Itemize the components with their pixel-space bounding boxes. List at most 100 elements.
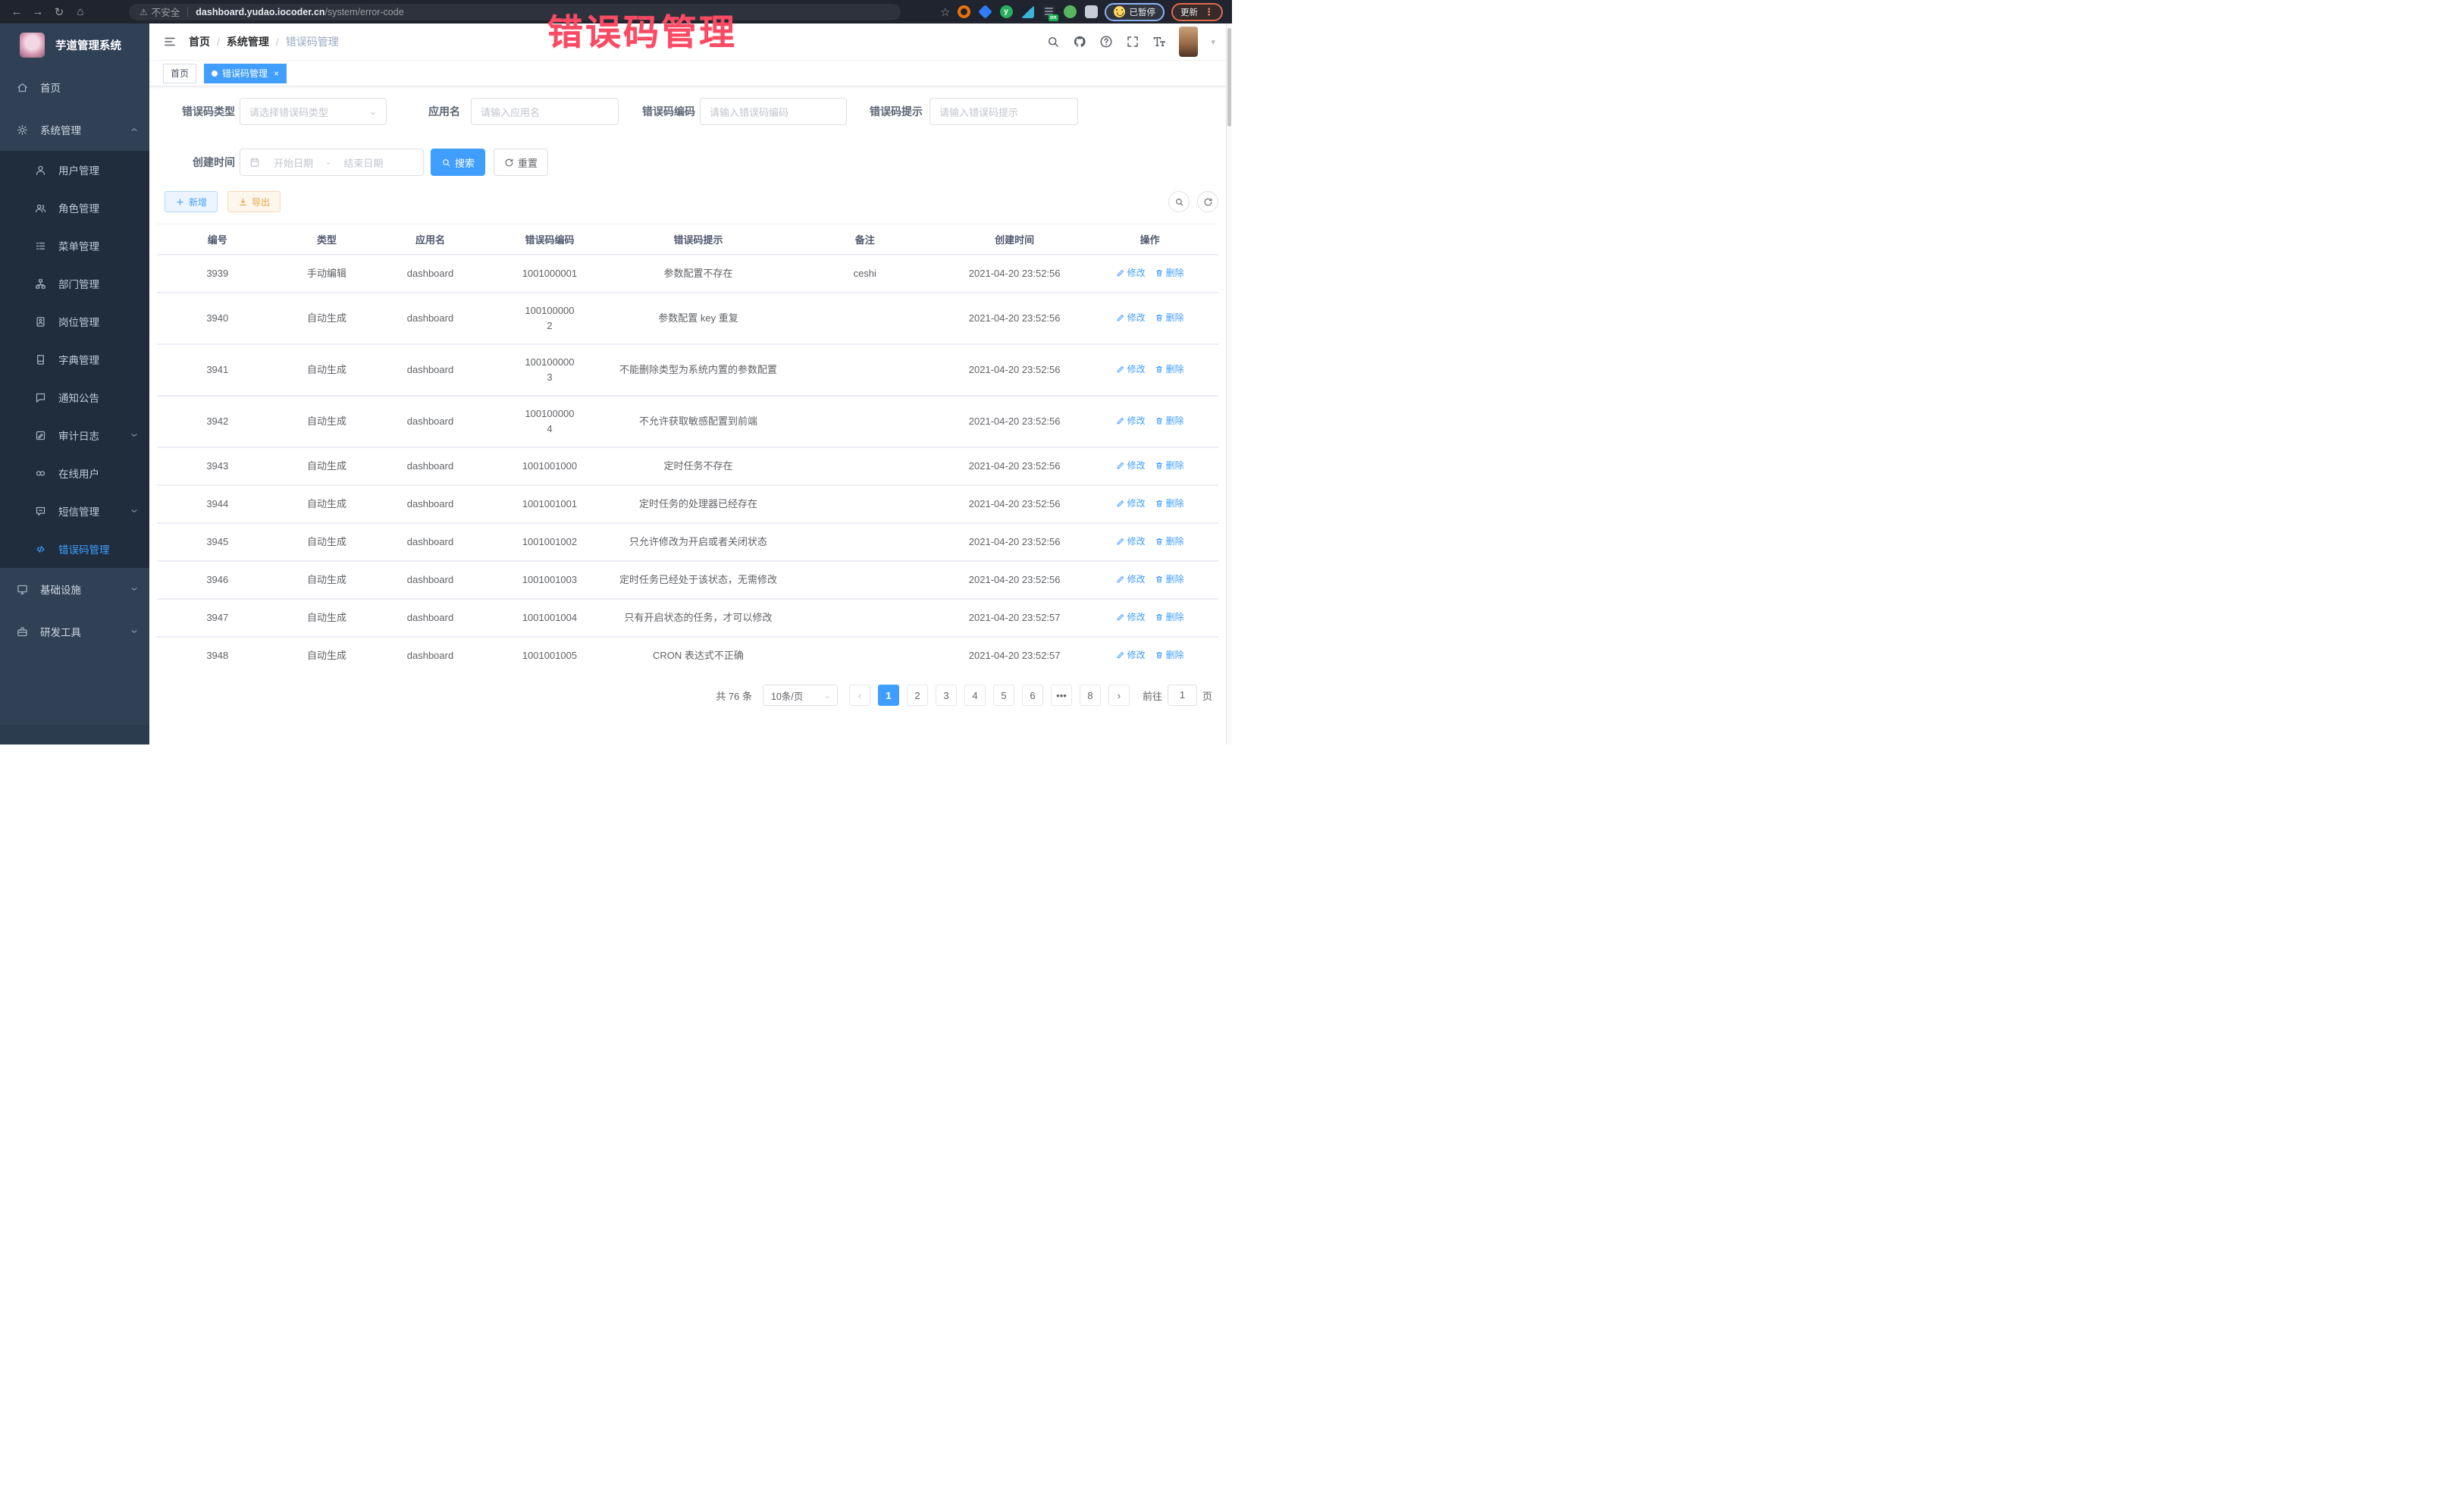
edit-link[interactable]: 修改 — [1116, 265, 1146, 281]
sidebar-item-notice[interactable]: 通知公告 — [0, 378, 149, 416]
browser-profile-chip[interactable]: 已暂停 — [1105, 3, 1165, 21]
tab-error-code[interactable]: 错误码管理 × — [204, 64, 287, 83]
page-button-3[interactable]: 3 — [936, 685, 957, 706]
goto-label: 前往 — [1143, 688, 1162, 703]
close-icon[interactable]: × — [274, 68, 279, 79]
browser-update-chip[interactable]: 更新 ⋮ — [1171, 3, 1223, 21]
ext-icon-leaf[interactable] — [1064, 5, 1077, 18]
edit-link[interactable]: 修改 — [1116, 610, 1146, 625]
edit-link[interactable]: 修改 — [1116, 496, 1146, 511]
sidebar-item-infra[interactable]: 基础设施 — [0, 568, 149, 610]
show-search-button[interactable] — [1168, 191, 1190, 212]
cell-actions: 修改删除 — [1081, 485, 1218, 523]
page-button-4[interactable]: 4 — [964, 685, 986, 706]
sidebar-item-system[interactable]: 系统管理 — [0, 108, 149, 151]
sidebar-item-sms[interactable]: 短信管理 — [0, 492, 149, 530]
fullscreen-icon[interactable] — [1126, 35, 1140, 49]
sidebar-item-online[interactable]: 在线用户 — [0, 454, 149, 492]
user-avatar[interactable] — [1179, 27, 1198, 57]
sidebar-item-errcode[interactable]: 错误码管理 — [0, 530, 149, 568]
edit-link[interactable]: 修改 — [1116, 647, 1146, 663]
delete-link[interactable]: 删除 — [1155, 265, 1184, 281]
delete-link[interactable]: 删除 — [1155, 534, 1184, 549]
scrollbar-thumb[interactable] — [1227, 28, 1231, 127]
delete-link[interactable]: 删除 — [1155, 496, 1184, 511]
page-button-5[interactable]: 5 — [993, 685, 1014, 706]
sidebar-item-post[interactable]: 岗位管理 — [0, 303, 149, 340]
page-button-8[interactable]: 8 — [1080, 685, 1101, 706]
edit-link[interactable]: 修改 — [1116, 458, 1146, 473]
ext-icon-puzzle[interactable] — [1085, 5, 1098, 18]
page-scrollbar[interactable] — [1226, 24, 1232, 744]
tab-home[interactable]: 首页 — [163, 64, 196, 83]
edit-link[interactable]: 修改 — [1116, 413, 1146, 428]
sidebar-item-menu[interactable]: 菜单管理 — [0, 227, 149, 265]
cell-time: 2021-04-20 23:52:56 — [948, 447, 1081, 485]
ext-icon-y[interactable]: y — [1000, 5, 1013, 18]
reset-button[interactable]: 重置 — [494, 149, 548, 176]
hamburger-icon[interactable] — [163, 35, 177, 49]
delete-link[interactable]: 删除 — [1155, 362, 1184, 377]
address-bar[interactable]: ⚠ 不安全 dashboard.yudao.iocoder.cn/system/… — [129, 4, 901, 20]
page-size-select[interactable]: 10条/页 ⌄ — [763, 685, 838, 706]
browser-forward-icon[interactable]: → — [27, 2, 49, 22]
cell-message: 不能删除类型为系统内置的参数配置 — [614, 344, 782, 396]
error-hint-input[interactable]: 请输入错误码提示 — [929, 98, 1078, 125]
bookmark-star-icon[interactable]: ☆ — [940, 5, 950, 19]
cell-memo: ceshi — [782, 255, 948, 293]
refresh-table-button[interactable] — [1197, 191, 1218, 212]
browser-home-icon[interactable]: ⌂ — [70, 2, 91, 22]
delete-link[interactable]: 删除 — [1155, 413, 1184, 428]
prev-page-button[interactable]: ‹ — [849, 685, 870, 706]
sidebar-logo[interactable]: 芋道管理系统 — [0, 24, 149, 66]
edit-link[interactable]: 修改 — [1116, 310, 1146, 325]
date-range-picker[interactable]: 开始日期 - 结束日期 — [240, 149, 424, 176]
ext-icon-switch[interactable]: on — [1042, 5, 1055, 18]
chevron-down-icon[interactable]: ▾ — [1211, 37, 1215, 47]
delete-link[interactable]: 删除 — [1155, 610, 1184, 625]
sidebar-item-devtools[interactable]: 研发工具 — [0, 610, 149, 653]
edit-link[interactable]: 修改 — [1116, 534, 1146, 549]
goto-page-input[interactable]: 1 — [1168, 685, 1197, 706]
ext-icon-diamond[interactable] — [978, 5, 992, 19]
edit-link[interactable]: 修改 — [1116, 362, 1146, 377]
delete-link[interactable]: 删除 — [1155, 310, 1184, 325]
header-search-icon[interactable] — [1046, 35, 1060, 49]
cell-message: 定时任务不存在 — [614, 447, 782, 485]
ext-icon-ring[interactable] — [958, 5, 970, 18]
help-icon[interactable] — [1099, 35, 1113, 49]
ext-icon-grid[interactable] — [1021, 5, 1034, 18]
sidebar-item-audit[interactable]: 审计日志 — [0, 416, 149, 454]
font-size-icon[interactable] — [1152, 35, 1166, 49]
search-button[interactable]: 搜索 — [431, 149, 485, 176]
app-name-input[interactable]: 请输入应用名 — [471, 98, 619, 125]
sidebar-item-dict[interactable]: 字典管理 — [0, 340, 149, 378]
delete-link[interactable]: 删除 — [1155, 647, 1184, 663]
delete-link[interactable]: 删除 — [1155, 458, 1184, 473]
browser-reload-icon[interactable]: ↻ — [49, 2, 70, 22]
search-icon — [1174, 197, 1184, 207]
add-button[interactable]: 新增 — [165, 191, 218, 212]
delete-link[interactable]: 删除 — [1155, 572, 1184, 587]
page-button-2[interactable]: 2 — [907, 685, 928, 706]
menu-dots-icon[interactable]: ⋮ — [1204, 6, 1214, 18]
next-page-button[interactable]: › — [1108, 685, 1130, 706]
page-button-1[interactable]: 1 — [878, 685, 899, 706]
sidebar-item-home[interactable]: 首页 — [0, 66, 149, 108]
sidebar-item-role[interactable]: 角色管理 — [0, 189, 149, 227]
error-code-input[interactable]: 请输入错误码编码 — [700, 98, 847, 125]
breadcrumb-system[interactable]: 系统管理 — [227, 34, 269, 49]
sidebar-item-dept[interactable]: 部门管理 — [0, 265, 149, 303]
online-icon — [35, 468, 46, 479]
export-button[interactable]: 导出 — [227, 191, 281, 212]
page-button-6[interactable]: 6 — [1022, 685, 1043, 706]
github-icon[interactable] — [1073, 35, 1086, 49]
browser-back-icon[interactable]: ← — [6, 2, 27, 22]
more-pages-button[interactable]: ••• — [1051, 685, 1072, 706]
edit-icon — [1116, 650, 1125, 660]
sidebar-collapse-bar[interactable] — [0, 725, 149, 744]
error-type-select[interactable]: 请选择错误码类型 ⌄ — [240, 98, 387, 125]
sidebar-item-user[interactable]: 用户管理 — [0, 151, 149, 189]
breadcrumb-home[interactable]: 首页 — [189, 34, 210, 49]
edit-link[interactable]: 修改 — [1116, 572, 1146, 587]
